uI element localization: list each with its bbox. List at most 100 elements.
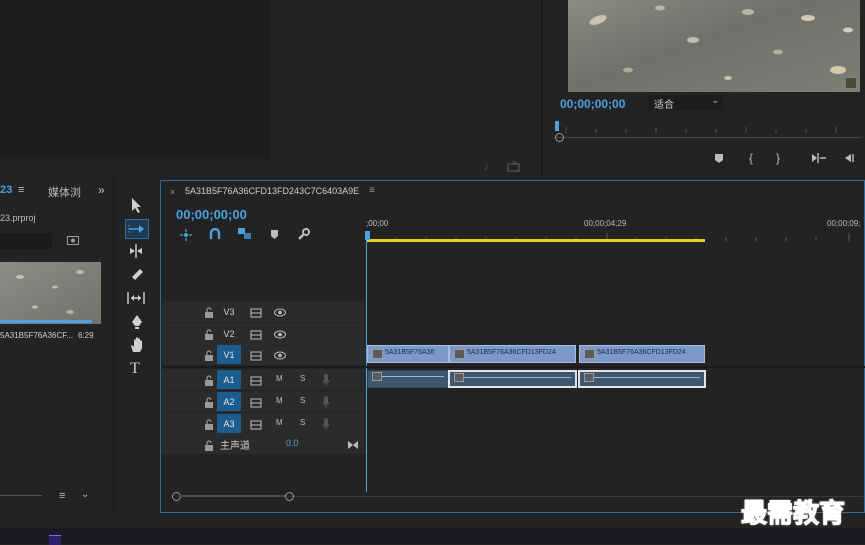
sequence-menu-icon[interactable]: ≡ (369, 185, 375, 196)
mark-out-icon[interactable]: } (776, 151, 780, 165)
add-marker-icon[interactable] (714, 153, 724, 164)
sync-lock-icon[interactable] (250, 417, 262, 430)
nest-sequence-icon[interactable] (180, 229, 192, 241)
sync-lock-icon[interactable] (250, 348, 262, 361)
work-area-bar[interactable] (367, 239, 705, 242)
mute-button[interactable]: M (276, 418, 283, 427)
razor-tool-icon[interactable] (130, 267, 144, 281)
lock-icon[interactable] (204, 348, 216, 361)
track-header-a3 (162, 413, 366, 434)
project-tab[interactable]: 23 (0, 184, 12, 196)
track-a1: A1 M S (162, 369, 865, 390)
taskbar (0, 528, 865, 544)
program-playhead[interactable] (555, 121, 559, 131)
program-timecode[interactable]: 00;00;00;00 (560, 97, 625, 111)
track-select-tool-icon[interactable] (125, 219, 149, 239)
go-to-end-icon[interactable] (347, 437, 359, 455)
sequence-tab[interactable]: 5A31B5F76A36CFD13FD243C7C6403A9E (185, 186, 359, 196)
mute-button[interactable]: M (276, 374, 283, 383)
track-master: 主声道 0.0 (162, 434, 865, 454)
track-header-a2 (162, 391, 366, 412)
selection-tool-icon[interactable] (130, 197, 144, 213)
track-header-master (162, 434, 366, 454)
clip-thumbnail[interactable] (0, 262, 101, 324)
video-clip-2-name: 5A31B5F76A36CFD13FD24 (467, 349, 556, 356)
project-tab-menu-icon[interactable]: ≡ (18, 184, 24, 196)
lock-icon[interactable] (204, 373, 216, 386)
track-label-v3[interactable]: V3 (217, 302, 241, 321)
add-marker-timeline-icon[interactable] (270, 229, 279, 240)
track-v2: V2 (162, 323, 865, 344)
microphone-icon[interactable] (322, 395, 334, 408)
eye-icon[interactable] (274, 305, 286, 317)
audio-clip-3[interactable] (578, 370, 706, 388)
solo-button[interactable]: S (300, 396, 305, 405)
time-ruler[interactable] (366, 228, 863, 241)
audio-clip-1[interactable] (367, 370, 449, 388)
go-to-in-icon[interactable] (812, 153, 826, 163)
track-v3: V3 (162, 301, 865, 322)
lock-icon[interactable] (204, 417, 216, 430)
track-header-v3 (162, 301, 366, 322)
fx-badge-icon (372, 372, 382, 381)
project-search-input[interactable] (0, 233, 52, 249)
solo-button[interactable]: S (300, 418, 305, 427)
video-clip-2[interactable]: 5A31B5F76A36CFD13FD24 (449, 345, 576, 363)
export-icon[interactable] (507, 160, 521, 172)
panel-divider[interactable] (541, 0, 543, 176)
microphone-icon[interactable] (322, 417, 334, 430)
video-clip-3[interactable]: 5A31B5F76A36CFD13FD24 (579, 345, 705, 363)
eye-icon[interactable] (274, 327, 286, 339)
step-back-icon[interactable] (843, 153, 855, 163)
mute-button[interactable]: M (276, 396, 283, 405)
audio-clip-2[interactable] (448, 370, 577, 388)
lock-icon[interactable] (204, 438, 216, 451)
pen-tool-icon[interactable] (130, 314, 144, 330)
video-clip-1[interactable]: 5A31B5F76A36 (367, 345, 449, 363)
master-volume-value[interactable]: 0.0 (286, 438, 299, 448)
mark-in-icon[interactable]: { (749, 151, 753, 165)
sort-chevron-icon[interactable]: ⌄ (81, 489, 89, 500)
video-clip-1-name: 5A31B5F76A36 (385, 349, 435, 356)
track-header-v2 (162, 323, 366, 344)
av-divider (162, 366, 865, 368)
track-label-a1[interactable]: A1 (217, 370, 241, 389)
timeline-zoom-end-handle[interactable] (285, 492, 294, 501)
track-label-a2[interactable]: A2 (217, 392, 241, 411)
sync-lock-icon[interactable] (250, 327, 262, 340)
program-scroll-track[interactable] (556, 137, 861, 138)
linked-selection-icon[interactable] (238, 228, 251, 240)
hand-tool-icon[interactable] (129, 337, 145, 353)
sync-lock-icon[interactable] (250, 305, 262, 318)
media-browser-tab[interactable]: 媒体浏 (48, 184, 81, 200)
new-bin-icon[interactable] (67, 235, 79, 245)
timeline-zoom-bar[interactable] (180, 495, 286, 497)
project-zoom-track[interactable] (0, 495, 42, 496)
playhead-head[interactable] (365, 231, 370, 240)
wrench-icon[interactable] (297, 228, 310, 241)
ripple-edit-tool-icon[interactable] (128, 244, 144, 258)
eye-icon[interactable] (274, 348, 286, 360)
snap-icon[interactable] (209, 228, 221, 240)
program-zoom-handle[interactable] (555, 133, 564, 142)
fit-dropdown[interactable]: 适合 ⌄ (648, 95, 723, 111)
slip-tool-icon[interactable] (127, 292, 145, 304)
ruler-label-1: 00;00;04;29 (584, 219, 627, 228)
microphone-icon[interactable] (322, 373, 334, 386)
track-label-v1[interactable]: V1 (217, 345, 241, 364)
close-sequence-icon[interactable]: × (170, 187, 175, 197)
lock-icon[interactable] (204, 327, 216, 340)
type-tool-icon[interactable]: T (130, 360, 140, 378)
more-panels-icon[interactable]: » (98, 183, 105, 197)
timeline-timecode[interactable]: 00;00;00;00 (176, 207, 247, 222)
track-label-v2[interactable]: V2 (217, 324, 241, 343)
sort-icon[interactable]: ≡ (59, 490, 65, 502)
solo-button[interactable]: S (300, 374, 305, 383)
sync-lock-icon[interactable] (250, 395, 262, 408)
sync-lock-icon[interactable] (250, 373, 262, 386)
lock-icon[interactable] (204, 395, 216, 408)
lock-icon[interactable] (204, 305, 216, 318)
track-label-a3[interactable]: A3 (217, 414, 241, 433)
program-ruler[interactable] (556, 120, 861, 133)
export-frame-icon[interactable]: ♪ (484, 162, 489, 173)
